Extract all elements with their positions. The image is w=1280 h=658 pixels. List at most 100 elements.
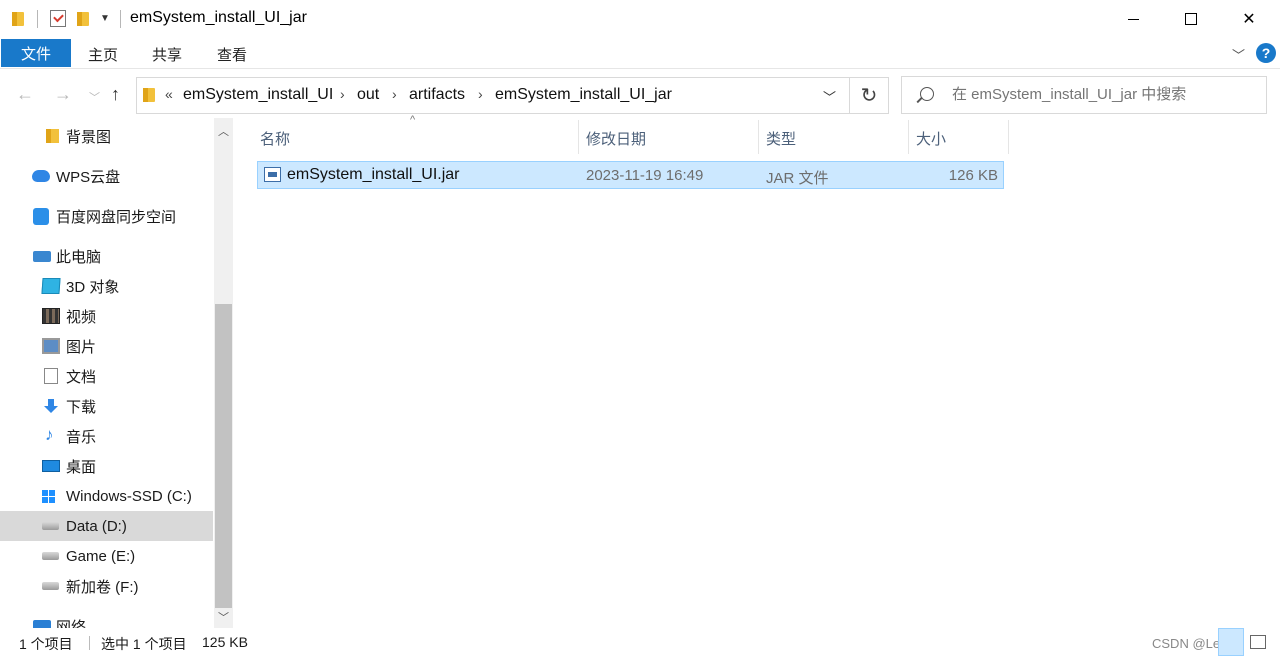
refresh-button[interactable]: ↻ [850,77,889,114]
properties-icon[interactable] [50,10,66,27]
tab-home[interactable]: 主页 [88,44,118,65]
selection-size: 125 KB [202,634,248,650]
scroll-up-arrow-icon[interactable]: ︿ [214,122,233,139]
up-arrow-icon[interactable]: ↑ [111,84,120,105]
recent-locations-chevron-icon[interactable]: ﹀ [89,89,100,105]
expand-ribbon-chevron-icon[interactable]: ﹀ [1232,45,1245,64]
large-icons-view-button[interactable] [1250,635,1266,649]
nav-item-downloads[interactable]: 下载 [0,391,213,421]
nav-item-label: WPS云盘 [56,168,121,186]
folder-icon [11,11,25,27]
file-name: emSystem_install_UI.jar [287,166,460,183]
scroll-down-arrow-icon[interactable]: ﹀ [214,608,233,625]
nav-item-documents[interactable]: 文档 [0,361,213,391]
sort-ascending-icon: ^ [410,114,416,126]
column-header-modified[interactable]: 修改日期 [586,128,646,149]
breadcrumb-overflow[interactable]: « [165,86,173,102]
nav-scrollbar[interactable]: ︿ ﹀ [214,118,233,628]
divider [37,10,38,28]
column-header-size[interactable]: 大小 [916,128,946,149]
details-view-button[interactable] [1218,628,1244,656]
nav-item-drive-f[interactable]: 新加卷 (F:) [0,571,213,601]
folder-icon [142,87,156,103]
navigation-pane: 背景图 WPS云盘 百度网盘同步空间 此电脑 3D 对象 视频 图片 文档 下载… [0,118,214,628]
tab-share[interactable]: 共享 [152,44,182,65]
drive-icon [42,582,59,590]
video-icon [42,308,60,324]
back-arrow-icon[interactable]: ← [16,84,34,105]
watermark-text: CSDN @Le [1152,636,1221,651]
nav-item-drive-c[interactable]: Windows-SSD (C:) [0,481,213,511]
status-bar: 1 个项目 选中 1 个项目 125 KB CSDN @Le [0,628,1280,658]
nav-item-videos[interactable]: 视频 [0,301,213,331]
search-icon [920,87,934,101]
nav-item-label: 下载 [66,398,97,416]
column-header-name[interactable]: 名称 [260,128,290,149]
column-divider[interactable] [908,120,909,154]
column-divider[interactable] [1008,120,1009,154]
forward-arrow-icon[interactable]: → [54,84,72,105]
breadcrumb-item[interactable]: emSystem_install_UI_jar [495,86,672,104]
nav-item-label: 此电脑 [56,248,102,266]
file-row[interactable]: emSystem_install_UI.jar 2023-11-19 16:49… [257,161,1004,189]
chevron-right-icon[interactable]: › [478,86,483,102]
nav-item-label: 新加卷 (F:) [66,578,139,596]
search-input[interactable] [952,86,1252,103]
nav-item-label: 网络 [56,618,87,629]
tab-file[interactable]: 文件 [1,39,71,67]
computer-icon [33,250,51,262]
nav-item-music[interactable]: ♪ 音乐 [0,421,213,451]
divider [120,10,121,28]
chevron-right-icon[interactable]: › [392,86,397,102]
maximize-icon [1185,13,1197,25]
music-icon: ♪ [45,425,54,444]
search-box[interactable] [901,76,1267,114]
breadcrumb-item[interactable]: artifacts [409,86,465,104]
nav-item-pictures[interactable]: 图片 [0,331,213,361]
close-button[interactable]: ✕ [1220,0,1278,38]
column-divider[interactable] [758,120,759,154]
nav-item-background-folder[interactable]: 背景图 [0,121,213,151]
breadcrumb-item[interactable]: out [357,86,379,104]
nav-item-label: 音乐 [66,428,97,446]
title-bar: ▼ emSystem_install_UI_jar ✕ [0,0,1280,38]
nav-item-3d-objects[interactable]: 3D 对象 [0,271,213,301]
nav-item-this-pc[interactable]: 此电脑 [0,241,213,271]
minimize-icon [1127,18,1139,20]
nav-item-label: Game (E:) [66,547,136,565]
chevron-right-icon[interactable]: › [340,86,345,102]
scroll-thumb[interactable] [215,304,232,608]
nav-item-desktop[interactable]: 桌面 [0,451,213,481]
documents-icon [44,368,58,384]
new-folder-icon[interactable] [76,11,90,27]
file-size: 126 KB [948,167,998,184]
network-icon [33,620,51,628]
file-modified: 2023-11-19 16:49 [586,167,704,184]
tab-view[interactable]: 查看 [217,44,247,65]
nav-item-drive-d[interactable]: Data (D:) [0,511,213,541]
window-title: emSystem_install_UI_jar [130,9,307,26]
address-bar[interactable]: « emSystem_install_UI › out › artifacts … [136,77,850,114]
column-header-type[interactable]: 类型 [766,128,796,149]
address-history-chevron-icon[interactable]: ﹀ [823,87,836,106]
nav-item-label: 桌面 [66,458,97,476]
windows-drive-icon [42,489,55,503]
nav-item-wps-cloud[interactable]: WPS云盘 [0,161,213,191]
column-divider[interactable] [578,120,579,154]
baidu-netdisk-icon [33,207,49,225]
nav-item-drive-e[interactable]: Game (E:) [0,541,213,571]
nav-item-network[interactable]: 网络 [0,611,213,628]
nav-item-baidu-sync[interactable]: 百度网盘同步空间 [0,201,213,231]
nav-item-label: 文档 [66,368,97,386]
drive-icon [42,552,59,560]
help-icon[interactable]: ? [1256,43,1276,63]
breadcrumb-item[interactable]: emSystem_install_UI [183,86,333,104]
maximize-button[interactable] [1162,0,1220,38]
nav-item-label: 背景图 [66,128,112,146]
minimize-button[interactable] [1104,0,1162,38]
divider [89,636,90,650]
customize-quick-access-chevron-icon[interactable]: ▼ [100,13,110,24]
cloud-icon [32,170,50,182]
pictures-icon [42,338,60,354]
nav-item-label: 图片 [66,338,97,356]
